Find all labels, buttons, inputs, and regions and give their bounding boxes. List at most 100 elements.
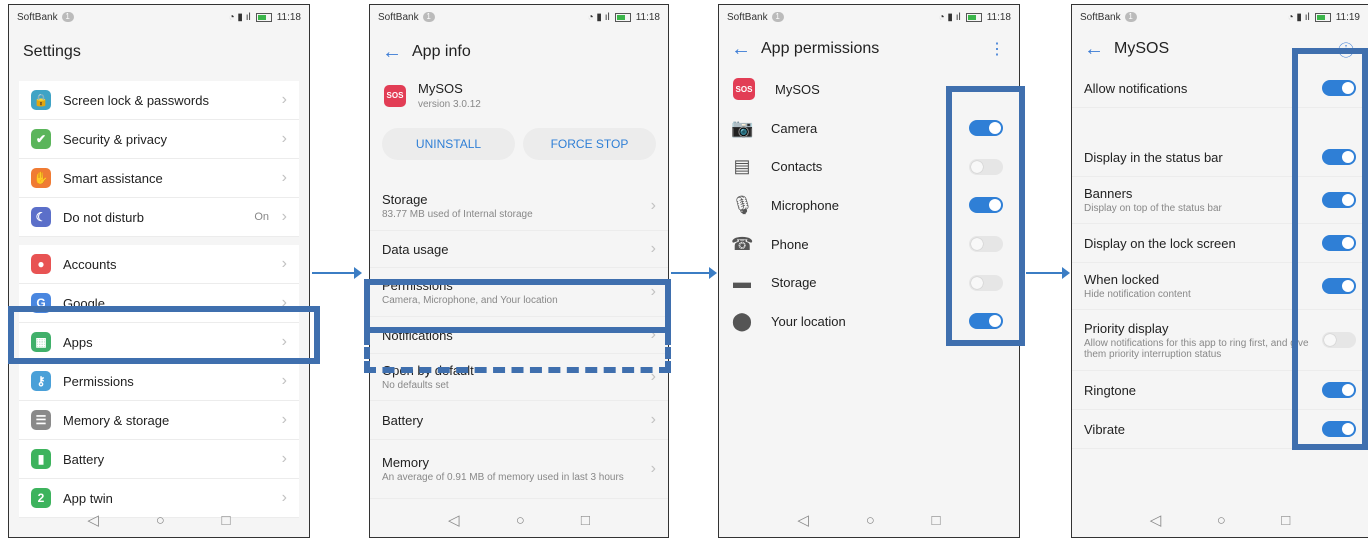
clock: 11:18	[276, 11, 301, 23]
chevron-right-icon: ›	[281, 411, 287, 428]
recent-nav-button[interactable]: □	[932, 512, 941, 529]
settings-item-permissions[interactable]: ⚷ Permissions ›	[19, 362, 299, 401]
permissions-highlight-box	[364, 279, 671, 333]
person-icon: ●	[31, 254, 51, 274]
settings-item-label: Battery	[63, 451, 105, 467]
chevron-right-icon: ›	[650, 411, 656, 428]
page-title: App info	[412, 43, 471, 60]
chevron-right-icon: ›	[281, 169, 287, 186]
page-title: App permissions	[761, 40, 880, 57]
moon-icon: ☾	[31, 207, 51, 227]
lock-icon: 🔒	[31, 90, 51, 110]
mysos-app-icon: SOS	[384, 84, 406, 107]
app-version: version 3.0.12	[418, 99, 481, 110]
storage-item[interactable]: Storage 83.77 MB used of Internal storage…	[370, 182, 668, 231]
force-stop-button[interactable]: FORCE STOP	[523, 128, 656, 160]
settings-item-security-privacy[interactable]: ✔ Security & privacy ›	[19, 120, 299, 159]
battery-item[interactable]: Battery ›	[370, 401, 668, 440]
apps-highlight-box	[8, 306, 320, 364]
mysos-app-icon: SOS	[733, 78, 755, 100]
permission-label: Microphone	[771, 197, 839, 213]
back-nav-button[interactable]: ◁	[797, 511, 809, 529]
chevron-right-icon: ›	[650, 460, 656, 477]
notification-item-label: Vibrate	[1084, 421, 1125, 437]
clock: 11:19	[1335, 11, 1360, 23]
back-arrow-icon[interactable]: ←	[731, 38, 761, 61]
back-arrow-icon[interactable]: ←	[382, 41, 412, 64]
battery-status-icon	[255, 12, 272, 22]
chevron-right-icon: ›	[650, 240, 656, 257]
home-nav-button[interactable]: ○	[156, 512, 165, 529]
recent-nav-button[interactable]: □	[581, 512, 590, 529]
memory-item[interactable]: Memory An average of 0.91 MB of memory us…	[370, 440, 668, 499]
notification-item-label: Allow notifications	[1084, 80, 1188, 96]
location-icon: ⬤	[731, 310, 753, 331]
chevron-right-icon: ›	[281, 130, 287, 147]
chevron-right-icon: ›	[281, 91, 287, 108]
memory-label: Memory	[382, 455, 429, 470]
sim-badge: 1	[422, 12, 435, 22]
chevron-right-icon: ›	[281, 208, 287, 225]
status-bar: SoftBank 1 ◔ ▮ ıl 11:18	[719, 5, 1019, 29]
nav-bar: ◁ ○ □	[1072, 503, 1368, 537]
settings-item-label: Accounts	[63, 256, 117, 272]
settings-item-label: Smart assistance	[63, 170, 163, 186]
arrow-1	[312, 267, 362, 279]
home-nav-button[interactable]: ○	[516, 512, 525, 529]
sim-badge: 1	[61, 12, 74, 22]
settings-item-screen-lock-passwords[interactable]: 🔒 Screen lock & passwords ›	[19, 81, 299, 120]
page-title: Settings	[23, 43, 81, 60]
shield-icon: ✔	[31, 129, 51, 149]
notification-toggles-highlight-box	[1292, 48, 1368, 450]
battery-label: Battery	[382, 412, 424, 428]
nav-bar: ◁ ○ □	[370, 503, 668, 537]
recent-nav-button[interactable]: □	[1281, 512, 1290, 529]
home-nav-button[interactable]: ○	[1217, 512, 1226, 529]
settings-item-battery[interactable]: ▮ Battery ›	[19, 440, 299, 479]
page-header: Settings	[9, 29, 309, 75]
home-nav-button[interactable]: ○	[866, 512, 875, 529]
permission-label: Your location	[771, 313, 846, 329]
data-usage-item[interactable]: Data usage ›	[370, 231, 668, 268]
settings-item-label: Memory & storage	[63, 412, 170, 428]
nav-bar: ◁ ○ □	[719, 503, 1019, 537]
back-nav-button[interactable]: ◁	[448, 511, 460, 529]
carrier-label: SoftBank	[17, 11, 58, 23]
back-nav-button[interactable]: ◁	[1150, 511, 1162, 529]
notification-item-sub: Hide notification content	[1084, 289, 1191, 300]
battery-status-icon	[965, 12, 982, 22]
phone-icon: ☎	[731, 233, 754, 254]
chevron-right-icon: ›	[650, 197, 656, 214]
storage-icon: ☰	[31, 410, 51, 430]
permission-label: Storage	[771, 275, 817, 291]
more-options-icon[interactable]: ⋮	[987, 39, 1007, 59]
settings-item-label: Security & privacy	[63, 131, 168, 147]
hand-icon: ✋	[31, 168, 51, 188]
settings-item-do-not-disturb[interactable]: ☾ Do not disturb On ›	[19, 198, 299, 237]
status-bar: SoftBank 1 ◔ ▮ ıl 11:19	[1072, 5, 1368, 29]
back-nav-button[interactable]: ◁	[87, 511, 99, 529]
recent-nav-button[interactable]: □	[222, 512, 231, 529]
settings-item-label: Permissions	[63, 373, 134, 389]
settings-item-smart-assistance[interactable]: ✋ Smart assistance ›	[19, 159, 299, 198]
microphone-icon: 🎙	[731, 194, 754, 215]
signal-icon: ◔ ▮ ıl	[587, 11, 610, 23]
carrier-label: SoftBank	[1080, 11, 1121, 23]
contacts-icon: ▤	[733, 156, 751, 177]
camera-icon: 📷	[731, 117, 754, 138]
uninstall-button[interactable]: UNINSTALL	[382, 128, 515, 160]
permission-toggles-highlight-box	[946, 86, 1025, 346]
settings-item-memory-storage[interactable]: ☰ Memory & storage ›	[19, 401, 299, 440]
action-buttons: UNINSTALL FORCE STOP	[370, 128, 668, 182]
notification-item-label: When locked	[1084, 272, 1160, 287]
notification-item-sub: Allow notifications for this app to ring…	[1084, 337, 1309, 360]
sim-badge: 1	[1124, 12, 1137, 22]
nav-bar: ◁ ○ □	[9, 503, 309, 537]
battery-status-icon	[1314, 12, 1331, 22]
settings-item-accounts[interactable]: ● Accounts ›	[19, 245, 299, 284]
app-name: MySOS	[418, 81, 463, 96]
page-header: ← App info	[370, 29, 668, 75]
open-by-default-sub: No defaults set	[382, 380, 449, 391]
back-arrow-icon[interactable]: ←	[1084, 38, 1114, 61]
clock: 11:18	[986, 11, 1011, 23]
